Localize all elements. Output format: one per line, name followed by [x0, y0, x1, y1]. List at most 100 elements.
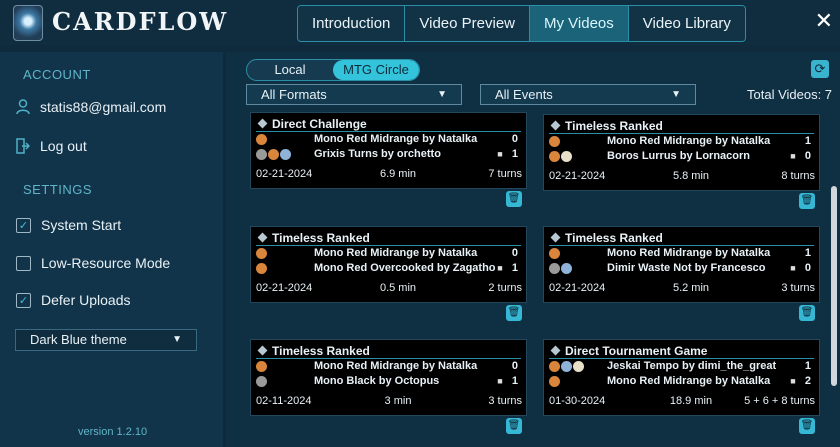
low-resource-label: Low-Resource Mode	[41, 255, 171, 271]
video-card[interactable]: Timeless Ranked Mono Red Midrange by Nata…	[250, 339, 527, 416]
deck-colors	[549, 135, 607, 147]
active-player-marker: ■	[790, 263, 796, 273]
trash-icon[interactable]: 🗑	[506, 191, 522, 207]
mana-red-icon	[256, 360, 267, 372]
mana-black-icon	[549, 262, 560, 274]
match-date: 02-21-2024	[549, 170, 606, 182]
close-icon[interactable]: ✕	[815, 8, 833, 34]
player-score: 1	[804, 360, 811, 372]
player-deck: Boros Lurrus by Lornacorn	[607, 150, 751, 162]
trash-icon[interactable]: 🗑	[799, 305, 815, 321]
scrollbar[interactable]	[831, 186, 837, 386]
active-player-marker: ■	[497, 149, 503, 159]
deck-colors	[256, 148, 314, 160]
active-player-marker: ■	[790, 151, 796, 161]
source-toggle[interactable]: Local MTG Circle	[246, 59, 420, 81]
trash-icon[interactable]: 🗑	[506, 418, 522, 434]
mana-red-icon	[256, 247, 267, 259]
card-title: Timeless Ranked	[272, 343, 370, 358]
formats-filter[interactable]: All Formats ▼	[246, 84, 462, 105]
player-row: Mono Red Midrange by Natalka 1	[549, 247, 811, 259]
player-deck: Mono Red Midrange by Natalka	[314, 360, 478, 372]
player-score: 0	[804, 150, 811, 162]
diamond-icon	[257, 345, 268, 356]
player-deck: Mono Red Midrange by Natalka	[314, 133, 478, 145]
mana-black-icon	[256, 375, 267, 387]
card-footer: 02-21-2024 6.9 min 7 turns	[256, 168, 522, 180]
tab-my-videos[interactable]: My Videos	[530, 6, 629, 41]
card-title-row: Direct Challenge	[256, 116, 521, 132]
deck-colors	[549, 262, 607, 274]
match-turns: 8 turns	[781, 170, 815, 182]
tab-video-library[interactable]: Video Library	[628, 6, 745, 41]
player-deck: Dimir Waste Not by Francesco	[607, 262, 766, 274]
trash-icon[interactable]: 🗑	[506, 305, 522, 321]
match-turns: 5 + 6 + 8 turns	[744, 395, 815, 407]
card-footer: 02-11-2024 3 min 3 turns	[256, 395, 522, 407]
diamond-icon	[257, 118, 268, 129]
player-row: Mono Red Midrange by Natalka 0	[256, 133, 518, 145]
mana-blue-icon	[280, 148, 291, 160]
option-low-resource-mode[interactable]: Low-Resource Mode	[16, 255, 170, 271]
deck-colors	[549, 247, 607, 259]
logout-button[interactable]: Log out	[16, 138, 87, 154]
option-defer-uploads[interactable]: ✓ Defer Uploads	[16, 292, 131, 308]
video-card[interactable]: Timeless Ranked Mono Red Midrange by Nata…	[543, 226, 820, 303]
video-card[interactable]: Direct Tournament Game Jeskai Tempo by di…	[543, 339, 820, 416]
app-version: version 1.2.10	[78, 426, 148, 438]
logout-icon	[16, 138, 30, 154]
chevron-down-icon: ▼	[437, 89, 447, 100]
diamond-icon	[257, 232, 268, 243]
card-title: Timeless Ranked	[565, 118, 663, 133]
account-email-row: statis88@gmail.com	[16, 99, 166, 115]
player-score: 0	[804, 262, 811, 274]
trash-icon[interactable]: 🗑	[799, 193, 815, 209]
logout-label: Log out	[40, 138, 87, 154]
match-turns: 3 turns	[488, 395, 522, 407]
account-header: ACCOUNT	[23, 67, 91, 82]
mana-red-icon	[256, 133, 267, 145]
player-row: Boros Lurrus by Lornacorn ■ 0	[549, 150, 811, 162]
source-mtg-circle[interactable]: MTG Circle	[333, 60, 419, 80]
user-icon	[16, 99, 30, 115]
player-score: 1	[511, 262, 518, 274]
player-deck: Grixis Turns by orchetto	[314, 148, 441, 160]
mana-red-icon	[549, 375, 560, 387]
player-score: 2	[804, 375, 811, 387]
active-player-marker: ■	[790, 376, 796, 386]
video-card[interactable]: Direct Challenge Mono Red Midrange by Nat…	[250, 112, 527, 189]
video-card[interactable]: Timeless Ranked Mono Red Midrange by Nata…	[250, 226, 527, 303]
tab-introduction[interactable]: Introduction	[298, 6, 406, 41]
player-row: Dimir Waste Not by Francesco ■ 0	[549, 262, 811, 274]
diamond-icon	[550, 120, 561, 131]
theme-value: Dark Blue theme	[30, 332, 127, 347]
player-score: 1	[804, 247, 811, 259]
mana-red-icon	[549, 247, 560, 259]
match-duration: 0.5 min	[379, 282, 417, 294]
match-duration: 6.9 min	[379, 168, 417, 180]
events-filter[interactable]: All Events ▼	[480, 84, 696, 105]
card-footer: 02-21-2024 0.5 min 2 turns	[256, 282, 522, 294]
deck-colors	[256, 262, 314, 274]
defer-uploads-label: Defer Uploads	[41, 292, 131, 308]
option-system-start[interactable]: ✓ System Start	[16, 217, 121, 233]
defer-uploads-checkbox[interactable]: ✓	[16, 292, 31, 308]
video-card[interactable]: Timeless Ranked Mono Red Midrange by Nata…	[543, 114, 820, 191]
theme-select[interactable]: Dark Blue theme ▼	[15, 329, 197, 351]
match-date: 02-11-2024	[256, 395, 312, 407]
refresh-icon[interactable]: ⟳	[811, 60, 829, 78]
match-date: 02-21-2024	[549, 282, 606, 294]
player-score: 0	[511, 247, 518, 259]
low-resource-checkbox[interactable]	[16, 255, 31, 271]
trash-icon[interactable]: 🗑	[799, 418, 815, 434]
mana-white-icon	[561, 150, 572, 162]
match-duration: 5.8 min	[672, 170, 710, 182]
mana-blue-icon	[561, 262, 572, 274]
deck-colors	[256, 375, 314, 387]
videos-panel: Local MTG Circle ⟳ All Formats ▼ All Eve…	[226, 52, 840, 447]
tab-video-preview[interactable]: Video Preview	[405, 6, 531, 41]
system-start-checkbox[interactable]: ✓	[16, 217, 31, 233]
active-player-marker: ■	[497, 263, 503, 273]
card-title: Timeless Ranked	[272, 230, 370, 245]
source-local[interactable]: Local	[247, 60, 333, 80]
